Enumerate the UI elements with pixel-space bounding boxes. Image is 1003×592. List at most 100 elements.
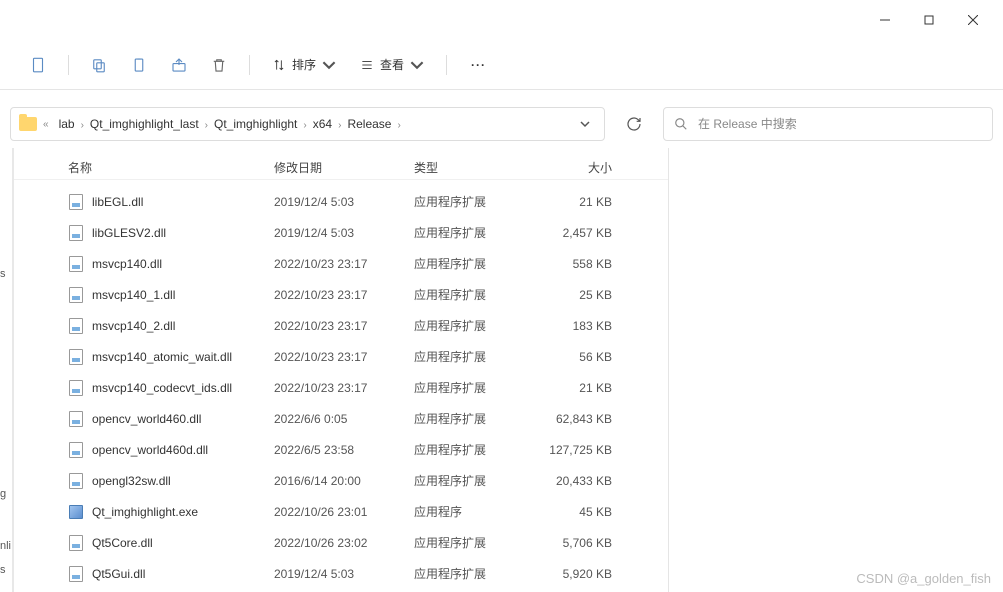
file-size: 21 KB bbox=[532, 381, 622, 395]
file-row[interactable]: libEGL.dll2019/12/4 5:03应用程序扩展21 KB bbox=[14, 186, 668, 217]
file-date: 2022/10/26 23:01 bbox=[274, 505, 414, 519]
file-name: opencv_world460d.dll bbox=[92, 443, 208, 457]
details-pane bbox=[668, 148, 1003, 592]
file-size: 183 KB bbox=[532, 319, 622, 333]
dll-icon bbox=[68, 411, 84, 427]
file-date: 2022/10/23 23:17 bbox=[274, 381, 414, 395]
chevron-right-icon: › bbox=[395, 120, 402, 131]
file-row[interactable]: Qt5Gui.dll2019/12/4 5:03应用程序扩展5,920 KB bbox=[14, 558, 668, 589]
search-input[interactable] bbox=[698, 117, 982, 131]
paste-button[interactable] bbox=[121, 47, 157, 83]
dll-icon bbox=[68, 442, 84, 458]
file-date: 2016/6/14 20:00 bbox=[274, 474, 414, 488]
file-size: 558 KB bbox=[532, 257, 622, 271]
file-type: 应用程序扩展 bbox=[414, 410, 532, 427]
new-button[interactable] bbox=[20, 47, 56, 83]
dll-icon bbox=[68, 287, 84, 303]
file-type: 应用程序扩展 bbox=[414, 255, 532, 272]
folder-icon bbox=[19, 117, 37, 131]
file-row[interactable]: msvcp140_codecvt_ids.dll 2022/10/23 23:17… bbox=[14, 372, 668, 403]
chevron-down-icon[interactable] bbox=[580, 119, 590, 129]
file-row[interactable]: libGLESV2.dll2019/12/4 5:03应用程序扩展2,457 K… bbox=[14, 217, 668, 248]
dll-icon bbox=[68, 318, 84, 334]
file-date: 2022/6/5 23:58 bbox=[274, 443, 414, 457]
file-type: 应用程序扩展 bbox=[414, 193, 532, 210]
share-button[interactable] bbox=[161, 47, 197, 83]
chevron-right-icon: › bbox=[203, 120, 210, 131]
dll-icon bbox=[68, 349, 84, 365]
minimize-button[interactable] bbox=[863, 5, 907, 35]
file-row[interactable]: Qt5Core.dll2022/10/26 23:02应用程序扩展5,706 K… bbox=[14, 527, 668, 558]
file-row[interactable]: msvcp140.dll2022/10/23 23:17应用程序扩展558 KB bbox=[14, 248, 668, 279]
file-list: libEGL.dll2019/12/4 5:03应用程序扩展21 KB libGL… bbox=[14, 180, 668, 592]
file-date: 2022/10/26 23:02 bbox=[274, 536, 414, 550]
file-name: msvcp140_codecvt_ids.dll bbox=[92, 381, 232, 395]
content-area: s g nli s 名称 修改日期 类型 大小 libEGL.dll2019/1… bbox=[0, 148, 1003, 592]
file-row[interactable]: opengl32sw.dll2016/6/14 20:00应用程序扩展20,43… bbox=[14, 465, 668, 496]
file-date: 2022/10/23 23:17 bbox=[274, 319, 414, 333]
breadcrumb-overflow[interactable]: « bbox=[41, 119, 51, 130]
divider bbox=[446, 55, 447, 75]
file-date: 2022/10/23 23:17 bbox=[274, 288, 414, 302]
exe-icon bbox=[68, 504, 84, 520]
column-type[interactable]: 类型 bbox=[414, 159, 532, 176]
file-name: libGLESV2.dll bbox=[92, 226, 166, 240]
file-size: 21 KB bbox=[532, 195, 622, 209]
breadcrumb[interactable]: « lab›Qt_imghighlight_last›Qt_imghighlig… bbox=[10, 107, 605, 141]
breadcrumb-item[interactable]: Release bbox=[343, 115, 395, 133]
view-icon bbox=[360, 58, 374, 72]
breadcrumb-item[interactable]: x64 bbox=[309, 115, 336, 133]
more-button[interactable]: ··· bbox=[459, 58, 498, 72]
copy-button[interactable] bbox=[81, 47, 117, 83]
file-type: 应用程序扩展 bbox=[414, 565, 532, 582]
breadcrumb-item[interactable]: lab bbox=[55, 115, 79, 133]
column-name[interactable]: 名称 bbox=[14, 159, 274, 176]
file-date: 2019/12/4 5:03 bbox=[274, 195, 414, 209]
sort-icon bbox=[272, 58, 286, 72]
file-date: 2022/6/6 0:05 bbox=[274, 412, 414, 426]
delete-button[interactable] bbox=[201, 47, 237, 83]
column-date[interactable]: 修改日期 bbox=[274, 159, 414, 176]
file-date: 2022/10/23 23:17 bbox=[274, 257, 414, 271]
file-type: 应用程序 bbox=[414, 503, 532, 520]
dll-icon bbox=[68, 256, 84, 272]
file-row[interactable]: Qt_imghighlight.exe2022/10/26 23:01应用程序4… bbox=[14, 496, 668, 527]
dll-icon bbox=[68, 566, 84, 582]
divider bbox=[249, 55, 250, 75]
breadcrumb-item[interactable]: Qt_imghighlight_last bbox=[86, 115, 203, 133]
maximize-button[interactable] bbox=[907, 5, 951, 35]
file-type: 应用程序扩展 bbox=[414, 441, 532, 458]
file-type: 应用程序扩展 bbox=[414, 286, 532, 303]
refresh-button[interactable] bbox=[617, 107, 651, 141]
divider bbox=[68, 55, 69, 75]
file-type: 应用程序扩展 bbox=[414, 534, 532, 551]
column-headers: 名称 修改日期 类型 大小 bbox=[14, 148, 668, 180]
dll-icon bbox=[68, 380, 84, 396]
file-type: 应用程序扩展 bbox=[414, 379, 532, 396]
address-bar-row: « lab›Qt_imghighlight_last›Qt_imghighlig… bbox=[0, 100, 1003, 148]
file-date: 2019/12/4 5:03 bbox=[274, 226, 414, 240]
file-size: 2,457 KB bbox=[532, 226, 622, 240]
chevron-right-icon: › bbox=[301, 120, 308, 131]
file-row[interactable]: opencv_world460.dll2022/6/6 0:05应用程序扩展62… bbox=[14, 403, 668, 434]
sort-button[interactable]: 排序 bbox=[262, 47, 346, 83]
column-size[interactable]: 大小 bbox=[532, 159, 622, 176]
view-button[interactable]: 查看 bbox=[350, 47, 434, 83]
file-name: msvcp140_2.dll bbox=[92, 319, 175, 333]
file-row[interactable]: msvcp140_1.dll2022/10/23 23:17应用程序扩展25 K… bbox=[14, 279, 668, 310]
file-row[interactable]: opencv_world460d.dll 2022/6/5 23:58应用程序扩展… bbox=[14, 434, 668, 465]
file-row[interactable]: msvcp140_2.dll2022/10/23 23:17应用程序扩展183 … bbox=[14, 310, 668, 341]
sort-label: 排序 bbox=[292, 56, 316, 73]
search-box[interactable] bbox=[663, 107, 993, 141]
close-button[interactable] bbox=[951, 5, 995, 35]
file-size: 56 KB bbox=[532, 350, 622, 364]
file-size: 62,843 KB bbox=[532, 412, 622, 426]
window-titlebar bbox=[0, 0, 1003, 40]
file-name: Qt5Core.dll bbox=[92, 536, 153, 550]
file-date: 2022/10/23 23:17 bbox=[274, 350, 414, 364]
toolbar: 排序 查看 ··· bbox=[0, 40, 1003, 90]
file-row[interactable]: msvcp140_atomic_wait.dll2022/10/23 23:17… bbox=[14, 341, 668, 372]
file-size: 25 KB bbox=[532, 288, 622, 302]
file-type: 应用程序扩展 bbox=[414, 348, 532, 365]
breadcrumb-item[interactable]: Qt_imghighlight bbox=[210, 115, 301, 133]
